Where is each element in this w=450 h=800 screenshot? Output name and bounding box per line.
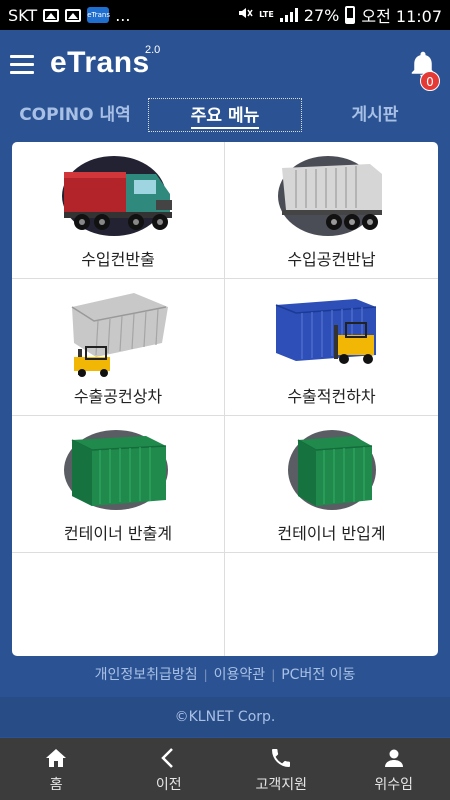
phone-icon bbox=[272, 749, 291, 767]
empty-container-trailer-icon bbox=[277, 156, 382, 236]
gallery-notification-icon bbox=[43, 8, 60, 22]
menu-export-full-unload[interactable]: 수출적컨하차 bbox=[225, 279, 438, 416]
empty-cell bbox=[12, 553, 225, 656]
privacy-policy-link[interactable]: 개인정보취급방침 bbox=[95, 667, 198, 683]
menu-label: 수출적컨하차 bbox=[287, 387, 376, 406]
app-header: eTrans 2.0 0 bbox=[0, 30, 450, 96]
terms-link[interactable]: 이용약관 bbox=[214, 667, 266, 683]
menu-label: 컨테이너 반출계 bbox=[63, 524, 173, 543]
hamburger-menu-icon[interactable] bbox=[10, 55, 34, 74]
carrier-label: SKT bbox=[8, 5, 38, 25]
menu-container-out-report[interactable]: 컨테이너 반출계 bbox=[12, 416, 225, 553]
status-bar: SKT eTrans ... LTE 27% 오전 11:07 bbox=[0, 0, 450, 30]
menu-export-empty-load[interactable]: 수출공컨상차 bbox=[12, 279, 225, 416]
pc-version-link[interactable]: PC버전 이동 bbox=[281, 667, 355, 683]
footer-links: 개인정보취급방침 | 이용약관 | PC버전 이동 bbox=[0, 664, 450, 684]
app-version: 2.0 bbox=[145, 44, 161, 56]
tab-bar: COPINO 내역 주요 메뉴 게시판 bbox=[0, 96, 450, 134]
tab-board[interactable]: 게시판 bbox=[320, 98, 430, 132]
notification-count-badge: 0 bbox=[420, 71, 440, 91]
link-separator: | bbox=[203, 668, 208, 682]
green-container-icon bbox=[64, 430, 168, 510]
menu-container-in-report[interactable]: 컨테이너 반입계 bbox=[225, 416, 438, 553]
back-chevron-icon bbox=[160, 748, 173, 768]
bottom-navigation: 홈 이전 고객지원 위수임 bbox=[0, 738, 450, 800]
active-tab-indicator bbox=[191, 127, 259, 129]
nav-home[interactable]: 홈 bbox=[0, 738, 113, 800]
menu-import-empty-return[interactable]: 수입공컨반납 bbox=[225, 142, 438, 279]
signal-icon bbox=[279, 8, 298, 22]
tab-main-menu-label: 주요 메뉴 bbox=[190, 106, 260, 126]
nav-label: 홈 bbox=[49, 777, 63, 793]
nav-label: 위수임 bbox=[374, 777, 414, 793]
main-menu-card: 수입컨반출 수입공컨반납 수출공컨상차 수출적컨하차 컨테이너 반출계 컨테이너… bbox=[12, 142, 438, 656]
menu-import-container-out[interactable]: 수입컨반출 bbox=[12, 142, 225, 279]
tab-main-menu[interactable]: 주요 메뉴 bbox=[148, 98, 302, 132]
more-notifications: ... bbox=[115, 5, 131, 25]
clock: 오전 11:07 bbox=[361, 7, 442, 26]
import-container-truck-icon bbox=[62, 156, 172, 236]
menu-label: 수출공컨상차 bbox=[73, 387, 163, 406]
forklift-blue-container-icon bbox=[275, 299, 376, 364]
menu-label: 수입컨반출 bbox=[81, 250, 155, 269]
nav-customer-support[interactable]: 고객지원 bbox=[225, 738, 338, 800]
green-container-icon bbox=[287, 430, 376, 510]
nav-label: 이전 bbox=[155, 777, 182, 793]
home-icon bbox=[46, 749, 67, 767]
battery-icon bbox=[345, 6, 356, 24]
mute-icon bbox=[237, 5, 253, 25]
network-type: LTE bbox=[259, 10, 274, 19]
person-icon bbox=[384, 749, 403, 767]
menu-label: 컨테이너 반입계 bbox=[277, 524, 386, 543]
battery-percent: 27% bbox=[303, 5, 340, 25]
app-logo: eTrans bbox=[50, 46, 150, 79]
nav-back[interactable]: 이전 bbox=[113, 738, 226, 800]
menu-label: 수입공컨반납 bbox=[287, 250, 376, 269]
link-separator: | bbox=[271, 668, 276, 682]
copyright: ©KLNET Corp. bbox=[0, 697, 450, 737]
empty-cell bbox=[225, 553, 438, 656]
nav-delegation[interactable]: 위수임 bbox=[338, 738, 450, 800]
app-notification-icon: eTrans bbox=[87, 7, 110, 23]
image-notification-icon bbox=[65, 8, 82, 22]
tab-copino-history[interactable]: COPINO 내역 bbox=[10, 98, 140, 132]
nav-label: 고객지원 bbox=[255, 777, 308, 793]
forklift-lifting-container-icon bbox=[71, 293, 168, 377]
